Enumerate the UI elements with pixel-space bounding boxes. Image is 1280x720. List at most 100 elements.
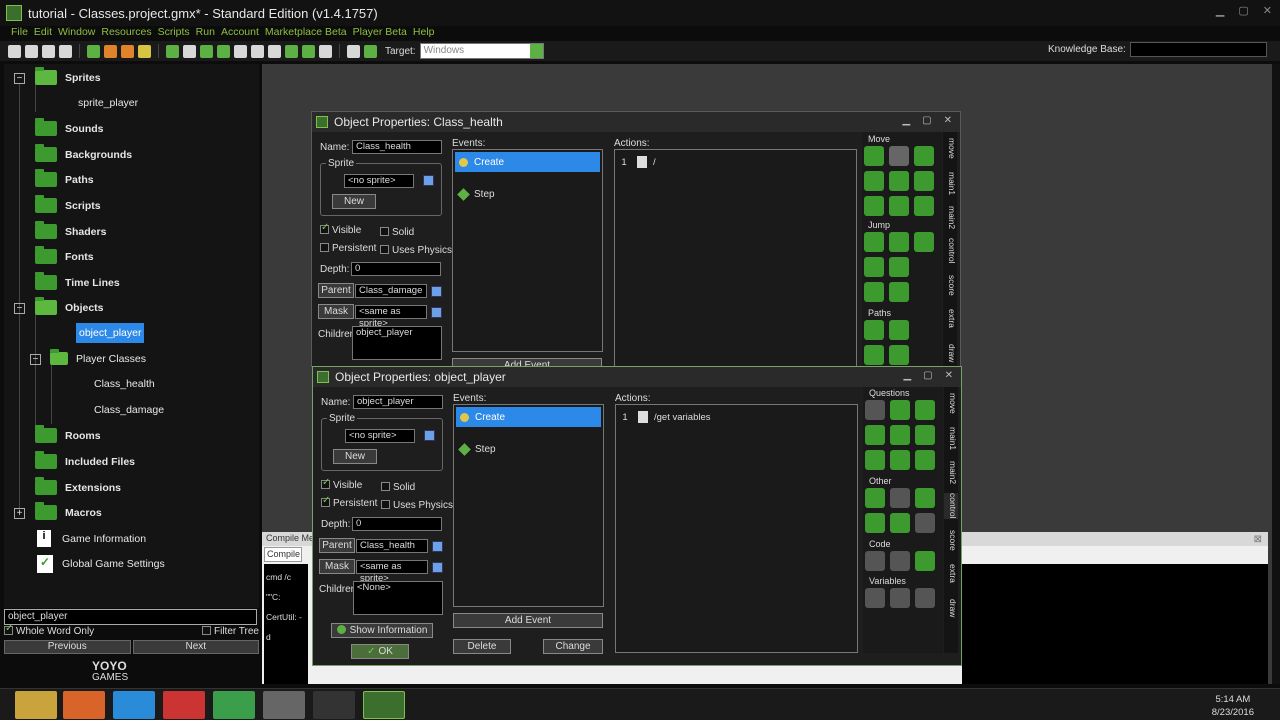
parent-button[interactable]: Parent [319,538,355,553]
collapse-icon[interactable]: − [30,354,41,365]
export-icon[interactable] [59,44,72,58]
name-input[interactable]: Class_health [352,140,442,154]
solid-option[interactable]: Solid [380,227,414,238]
new-project-icon[interactable] [8,44,21,58]
visible-option[interactable]: Visible [320,222,361,236]
tab-main2[interactable]: main2 [944,461,958,484]
check-question-icon[interactable] [915,425,935,445]
checkbox-icon[interactable] [380,245,389,254]
mask-button[interactable]: Mask [318,304,354,319]
gravity-icon[interactable] [914,171,934,191]
tab-score[interactable]: score [943,275,957,296]
menu-marketplace[interactable]: Marketplace Beta [265,26,347,40]
friction-icon[interactable] [914,196,934,216]
test-variable-icon[interactable] [890,588,910,608]
chrome-icon[interactable] [213,691,255,719]
add-shader-icon[interactable] [251,44,264,58]
tree-item-sprite-player[interactable]: sprite_player [78,97,138,109]
tab-extra[interactable]: extra [944,564,958,583]
jump-start-icon[interactable] [889,232,909,252]
tree-item-class-damage[interactable]: Class_damage [94,404,164,416]
tree-item-game-information[interactable]: i Game Information [37,530,146,547]
comment-icon[interactable] [915,551,935,571]
action-row[interactable]: 1/get variables [618,411,711,423]
menu-help[interactable]: Help [413,26,435,40]
visible-option[interactable]: Visible [321,477,362,491]
close-icon[interactable]: ⊠ [1254,534,1262,545]
maximize-icon[interactable]: ▢ [923,370,932,381]
collapse-icon[interactable]: − [14,73,25,84]
persistent-option[interactable]: Persistent [320,243,376,254]
menu-file[interactable]: File [11,26,28,40]
add-sound-icon[interactable] [183,44,196,58]
reverse-horizontal-icon[interactable] [864,196,884,216]
reverse-vertical-icon[interactable] [889,196,909,216]
sprite-picker-icon[interactable] [424,430,435,441]
tree-folder-rooms[interactable]: Rooms [35,425,101,443]
tree-folder-fonts[interactable]: Fonts [35,246,94,264]
parent-picker-icon[interactable] [431,286,442,297]
checkbox-icon[interactable] [380,227,389,236]
add-sprite-icon[interactable] [166,44,179,58]
next-button[interactable]: Next [132,640,259,654]
tree-search-input[interactable]: object_player [4,609,257,625]
expand-icon[interactable]: + [14,508,25,519]
checkbox-icon[interactable] [321,477,330,489]
extensions-icon[interactable] [364,44,377,58]
internet-explorer-icon[interactable] [113,691,155,719]
action-row[interactable]: 1/ [617,156,656,168]
test-expression-icon[interactable] [865,450,885,470]
run-icon[interactable] [87,44,100,58]
depth-input[interactable]: 0 [352,517,442,531]
add-path-icon[interactable] [217,44,230,58]
maximize-icon[interactable]: ▢ [922,115,931,126]
checkbox-icon[interactable] [321,495,330,507]
tab-main1[interactable]: main1 [943,172,957,195]
obs-icon[interactable] [313,691,355,719]
checkbox-icon[interactable] [201,626,211,635]
tree-folder-sounds[interactable]: Sounds [35,118,104,136]
menu-resources[interactable]: Resources [101,26,151,40]
parent-select[interactable]: Class_damage [355,284,427,298]
change-event-button[interactable]: Change [543,639,603,654]
tab-main2[interactable]: main2 [943,206,957,229]
speed-vertical-icon[interactable] [889,171,909,191]
tab-score[interactable]: score [944,530,958,551]
draw-variable-icon[interactable] [915,588,935,608]
bounce-icon[interactable] [889,282,909,302]
wrap-screen-icon[interactable] [889,257,909,277]
speed-horizontal-icon[interactable] [864,171,884,191]
execute-code-icon[interactable] [865,551,885,571]
checkbox-icon[interactable] [381,500,390,509]
collapse-icon[interactable]: − [14,303,25,314]
repeat-icon[interactable] [890,513,910,533]
minimize-icon[interactable]: ▁ [902,115,910,126]
game-settings-icon[interactable] [347,44,360,58]
file-explorer-icon[interactable] [15,691,57,719]
tab-control[interactable]: control [944,493,958,519]
tab-extra[interactable]: extra [943,309,957,328]
jump-position-icon[interactable] [864,232,884,252]
chevron-down-icon[interactable] [529,44,543,58]
check-grid-icon[interactable] [915,450,935,470]
depth-input[interactable]: 0 [351,262,441,276]
tab-draw[interactable]: draw [943,344,957,362]
save-project-icon[interactable] [42,44,55,58]
jump-random-icon[interactable] [914,232,934,252]
tree-folder-time-lines[interactable]: Time Lines [35,272,120,290]
uses-physics-option[interactable]: Uses Physics [380,245,452,256]
previous-button[interactable]: Previous [4,640,131,654]
tree-item-global-game-settings[interactable]: ✓ Global Game Settings [37,555,165,573]
mask-picker-icon[interactable] [432,562,443,573]
add-font-icon[interactable] [268,44,281,58]
gimp-icon[interactable] [263,691,305,719]
scrollbar[interactable] [1272,64,1280,684]
clean-icon[interactable] [138,44,151,58]
add-event-button[interactable]: Add Event [453,613,603,628]
check-empty-icon[interactable] [865,400,885,420]
sprite-picker-icon[interactable] [423,175,434,186]
check-object-icon[interactable] [915,400,935,420]
check-collision-icon[interactable] [890,400,910,420]
tree-folder-objects[interactable]: Objects [35,297,104,315]
delete-event-button[interactable]: Delete [453,639,511,654]
